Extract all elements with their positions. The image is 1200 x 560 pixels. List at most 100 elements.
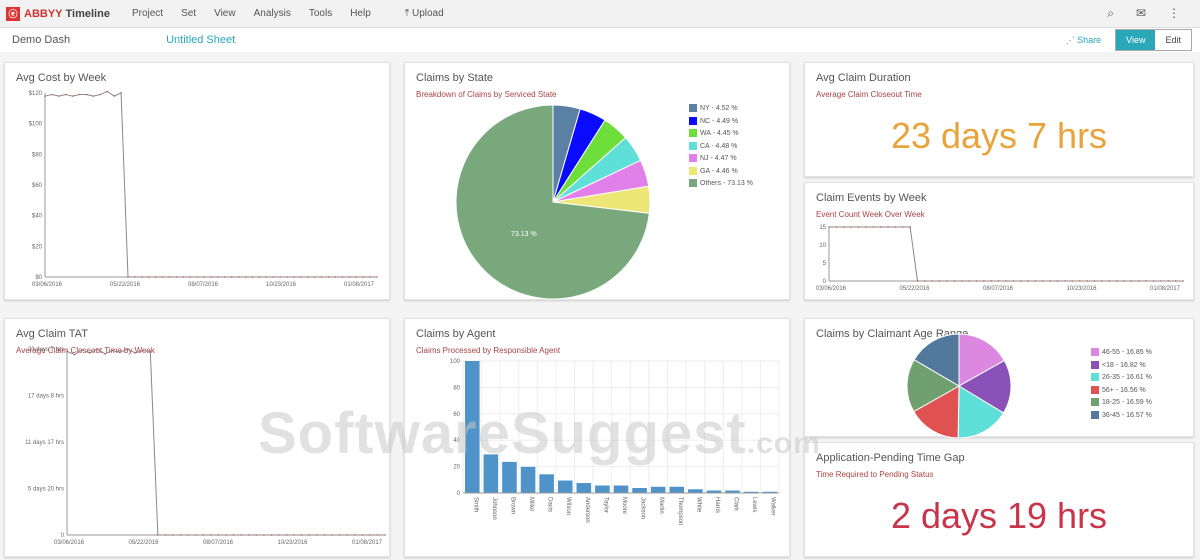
menu-set[interactable]: Set: [181, 8, 196, 19]
x-tick-label: Brown: [509, 497, 515, 514]
x-tick-label: Anderson: [584, 497, 590, 523]
bar-thompson: [669, 486, 685, 493]
share-button[interactable]: ⋰ Share: [1066, 35, 1102, 46]
edit-mode-button[interactable]: Edit: [1155, 30, 1191, 50]
data-point: [172, 534, 174, 536]
data-point: [355, 276, 357, 278]
mode-toggle: View Edit: [1115, 29, 1192, 51]
data-point: [203, 276, 205, 278]
data-point: [255, 534, 257, 536]
y-tick-label: 100: [450, 359, 461, 365]
data-point: [369, 276, 371, 278]
series-line: [829, 226, 1183, 282]
view-mode-button[interactable]: View: [1116, 30, 1156, 50]
messages-icon[interactable]: ✉: [1136, 6, 1146, 21]
legend-item[interactable]: WA - 4.45 %: [689, 128, 753, 141]
bar-taylor: [595, 485, 610, 493]
data-point: [865, 226, 867, 228]
data-point: [938, 280, 941, 282]
legend-item[interactable]: 26-35 - 16.61 %: [1091, 372, 1152, 385]
menu-help[interactable]: Help: [350, 8, 371, 19]
legend-swatch: [689, 129, 697, 138]
data-point: [141, 276, 143, 278]
bar-jackson: [632, 488, 647, 493]
app-logo[interactable]: ⓔ ABBYY Timeline: [6, 6, 110, 21]
x-tick-label: Clark: [733, 497, 739, 512]
bar-martin: [650, 486, 666, 493]
legend-item[interactable]: 56+ - 16.56 %: [1091, 385, 1152, 398]
bar-wilson: [557, 480, 573, 493]
y-tick-label: $100: [29, 122, 43, 128]
data-point: [265, 276, 268, 278]
upload-button[interactable]: ⤒ Upload: [405, 8, 444, 19]
y-tick-label: 0: [823, 279, 827, 285]
legend-item[interactable]: 18-25 - 16.59 %: [1091, 397, 1152, 410]
data-point: [1101, 280, 1103, 282]
card-claims-state: Claims by State Breakdown of Claims by S…: [404, 62, 790, 300]
data-point: [148, 276, 150, 278]
data-point: [111, 349, 114, 352]
duration-value: 23 days 7 hrs: [890, 115, 1108, 156]
data-point: [279, 276, 281, 278]
share-icon: ⋰: [1065, 34, 1078, 45]
x-tick-label: White: [695, 497, 701, 513]
legend-item[interactable]: Others - 73.13 %: [689, 178, 753, 191]
x-tick-label: 03/06/2016: [32, 282, 63, 288]
data-point: [224, 276, 226, 278]
y-tick-label: 5: [823, 261, 827, 267]
legend-item[interactable]: CA - 4.48 %: [689, 141, 753, 154]
legend-label: 36-45 - 16.57 %: [1102, 411, 1152, 419]
data-point: [1012, 280, 1015, 282]
data-point: [168, 276, 171, 278]
data-point: [278, 534, 280, 536]
x-tick-label: Martin: [658, 497, 664, 514]
y-tick-label: $0: [35, 275, 42, 281]
menu-analysis[interactable]: Analysis: [254, 8, 291, 19]
data-point: [843, 226, 845, 228]
data-point: [1152, 280, 1155, 282]
data-point: [300, 276, 302, 278]
bar-miller: [520, 466, 536, 493]
legend-item[interactable]: <18 - 16.82 %: [1091, 360, 1152, 373]
chart-legend: 46-55 - 16.85 % <18 - 16.82 % 26-35 - 16.6…: [1091, 347, 1152, 422]
data-point: [968, 280, 970, 282]
legend-item[interactable]: NC - 4.49 %: [689, 116, 753, 129]
sheet-link[interactable]: Untitled Sheet: [166, 34, 235, 46]
legend-item[interactable]: 36-45 - 16.57 %: [1091, 410, 1152, 423]
card-avg-cost: Avg Cost by Week $0 $20 $40 $60 $80 $100 $120 0…: [4, 62, 390, 300]
card-claim-events: Claim Events by Week Event Count Week Ov…: [804, 182, 1194, 300]
data-point: [902, 226, 904, 228]
legend-item[interactable]: NJ - 4.47 %: [689, 153, 753, 166]
data-point: [1130, 280, 1133, 282]
menu-view[interactable]: View: [214, 8, 236, 19]
data-point: [1108, 280, 1110, 282]
search-icon[interactable]: ⌕: [1107, 6, 1114, 21]
data-point: [182, 276, 185, 278]
chart-legend: NY - 4.52 % NC - 4.49 % WA - 4.45 % CA - 4.…: [689, 103, 753, 191]
data-point: [92, 95, 95, 97]
data-point: [1167, 280, 1169, 282]
data-point: [195, 534, 197, 536]
top-nav: ⓔ ABBYY Timeline Project Set View Analysis…: [0, 0, 1200, 28]
legend-item[interactable]: 46-55 - 16.85 %: [1091, 347, 1152, 360]
data-point: [835, 226, 838, 228]
data-point: [1182, 280, 1184, 282]
legend-label: 26-35 - 16.61 %: [1102, 374, 1152, 381]
dashboard-name: Demo Dash: [12, 34, 71, 46]
data-point: [997, 280, 1000, 282]
agent-bar-chart: 0 20 40 60 80 100 Smith Johnson Brown Miller Davis…: [450, 359, 780, 525]
data-point: [1145, 280, 1147, 282]
data-point: [196, 276, 198, 278]
legend-item[interactable]: NY - 4.52 %: [689, 103, 753, 116]
more-vert-icon[interactable]: ⋮: [1168, 6, 1180, 21]
x-tick-label: Thompson: [677, 497, 683, 525]
legend-swatch: [1091, 398, 1099, 407]
events-line-chart: 0 5 10 15 03/06/2016 05/22/2016 08/07/2016 10/2…: [816, 225, 1184, 292]
legend-item[interactable]: GA - 4.46 %: [689, 166, 753, 179]
data-point: [828, 226, 830, 228]
menu-tools[interactable]: Tools: [309, 8, 332, 19]
legend-swatch: [689, 166, 697, 175]
menu-project[interactable]: Project: [132, 8, 163, 19]
data-point: [1115, 280, 1118, 282]
y-tick-label: 5 days 20 hrs: [28, 487, 64, 493]
